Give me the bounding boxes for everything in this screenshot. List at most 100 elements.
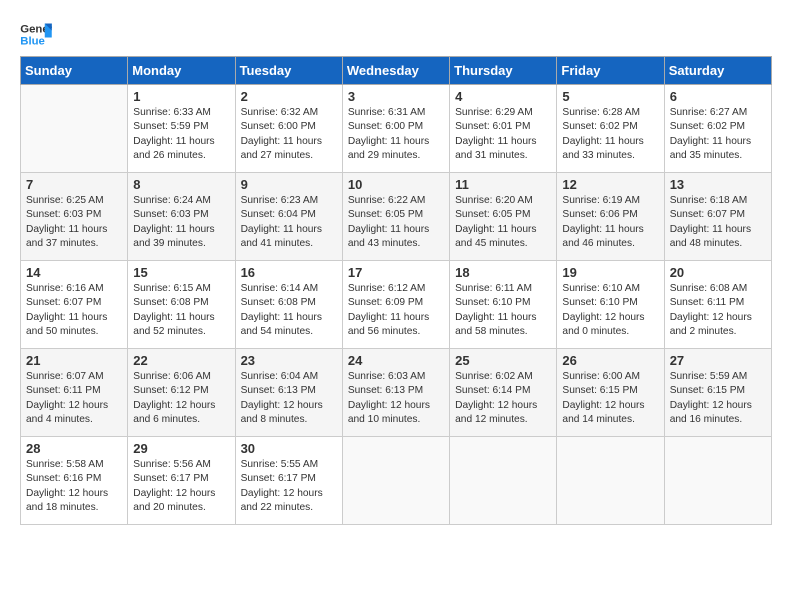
- cell-content: Sunrise: 6:02 AMSunset: 6:14 PMDaylight:…: [455, 370, 551, 427]
- day-of-week-header: Sunday: [21, 57, 128, 85]
- cell-content: Sunrise: 6:03 AMSunset: 6:13 PMDaylight:…: [348, 370, 444, 427]
- cell-content: Sunrise: 6:28 AMSunset: 6:02 PMDaylight:…: [562, 106, 658, 163]
- cell-content: Sunrise: 6:23 AMSunset: 6:04 PMDaylight:…: [241, 194, 337, 251]
- calendar-cell: 8 Sunrise: 6:24 AMSunset: 6:03 PMDaylight…: [128, 173, 235, 261]
- calendar-cell: 15Sunrise: 6:15 AMSunset: 6:08 PMDayligh…: [128, 261, 235, 349]
- calendar-cell: [21, 85, 128, 173]
- calendar-cell: 18 Sunrise: 6:11 AMSunset: 6:10 PMDayligh…: [450, 261, 557, 349]
- calendar-cell: 9 Sunrise: 6:23 AMSunset: 6:04 PMDaylight…: [235, 173, 342, 261]
- day-number: 1: [133, 89, 229, 104]
- calendar-cell: 10 Sunrise: 6:22 AMSunset: 6:05 PMDayligh…: [342, 173, 449, 261]
- calendar-cell: 2 Sunrise: 6:32 AMSunset: 6:00 PMDaylight…: [235, 85, 342, 173]
- calendar-cell: 19 Sunrise: 6:10 AMSunset: 6:10 PMDayligh…: [557, 261, 664, 349]
- day-number: 24: [348, 353, 444, 368]
- cell-content: Sunrise: 6:22 AMSunset: 6:05 PMDaylight:…: [348, 194, 444, 251]
- logo: General Blue: [20, 20, 54, 48]
- calendar-cell: 13Sunrise: 6:18 AMSunset: 6:07 PMDayligh…: [664, 173, 771, 261]
- cell-content: Sunrise: 5:55 AMSunset: 6:17 PMDaylight:…: [241, 458, 337, 515]
- calendar-cell: [557, 437, 664, 525]
- day-number: 9: [241, 177, 337, 192]
- day-number: 5: [562, 89, 658, 104]
- calendar-cell: 21 Sunrise: 6:07 AMSunset: 6:11 PMDayligh…: [21, 349, 128, 437]
- day-of-week-header: Thursday: [450, 57, 557, 85]
- day-of-week-header: Friday: [557, 57, 664, 85]
- day-number: 3: [348, 89, 444, 104]
- day-number: 18: [455, 265, 551, 280]
- cell-content: Sunrise: 6:06 AMSunset: 6:12 PMDaylight:…: [133, 370, 229, 427]
- day-number: 25: [455, 353, 551, 368]
- day-number: 17: [348, 265, 444, 280]
- day-number: 21: [26, 353, 122, 368]
- calendar-week-row: 1 Sunrise: 6:33 AMSunset: 5:59 PMDaylight…: [21, 85, 772, 173]
- calendar-cell: 3Sunrise: 6:31 AMSunset: 6:00 PMDaylight…: [342, 85, 449, 173]
- day-number: 28: [26, 441, 122, 456]
- page-header: General Blue: [20, 20, 772, 48]
- calendar-cell: 22 Sunrise: 6:06 AMSunset: 6:12 PMDayligh…: [128, 349, 235, 437]
- cell-content: Sunrise: 6:29 AMSunset: 6:01 PMDaylight:…: [455, 106, 551, 163]
- calendar-cell: 24 Sunrise: 6:03 AMSunset: 6:13 PMDayligh…: [342, 349, 449, 437]
- day-number: 4: [455, 89, 551, 104]
- day-number: 6: [670, 89, 766, 104]
- cell-content: Sunrise: 5:58 AMSunset: 6:16 PMDaylight:…: [26, 458, 122, 515]
- calendar-cell: 28 Sunrise: 5:58 AMSunset: 6:16 PMDayligh…: [21, 437, 128, 525]
- calendar-cell: 25 Sunrise: 6:02 AMSunset: 6:14 PMDayligh…: [450, 349, 557, 437]
- day-number: 15: [133, 265, 229, 280]
- calendar-cell: 30 Sunrise: 5:55 AMSunset: 6:17 PMDayligh…: [235, 437, 342, 525]
- day-number: 10: [348, 177, 444, 192]
- calendar-cell: 6 Sunrise: 6:27 AMSunset: 6:02 PMDaylight…: [664, 85, 771, 173]
- cell-content: Sunrise: 6:16 AMSunset: 6:07 PMDaylight:…: [26, 282, 122, 339]
- calendar-header: SundayMondayTuesdayWednesdayThursdayFrid…: [21, 57, 772, 85]
- day-number: 29: [133, 441, 229, 456]
- cell-content: Sunrise: 6:14 AMSunset: 6:08 PMDaylight:…: [241, 282, 337, 339]
- calendar-cell: 14 Sunrise: 6:16 AMSunset: 6:07 PMDayligh…: [21, 261, 128, 349]
- calendar-week-row: 21 Sunrise: 6:07 AMSunset: 6:11 PMDayligh…: [21, 349, 772, 437]
- calendar-cell: 4 Sunrise: 6:29 AMSunset: 6:01 PMDaylight…: [450, 85, 557, 173]
- cell-content: Sunrise: 6:04 AMSunset: 6:13 PMDaylight:…: [241, 370, 337, 427]
- calendar-cell: 23 Sunrise: 6:04 AMSunset: 6:13 PMDayligh…: [235, 349, 342, 437]
- cell-content: Sunrise: 6:32 AMSunset: 6:00 PMDaylight:…: [241, 106, 337, 163]
- day-number: 14: [26, 265, 122, 280]
- day-number: 8: [133, 177, 229, 192]
- cell-content: Sunrise: 6:12 AMSunset: 6:09 PMDaylight:…: [348, 282, 444, 339]
- cell-content: Sunrise: 6:20 AMSunset: 6:05 PMDaylight:…: [455, 194, 551, 251]
- calendar-cell: 5 Sunrise: 6:28 AMSunset: 6:02 PMDaylight…: [557, 85, 664, 173]
- calendar-cell: 7 Sunrise: 6:25 AMSunset: 6:03 PMDaylight…: [21, 173, 128, 261]
- cell-content: Sunrise: 6:00 AMSunset: 6:15 PMDaylight:…: [562, 370, 658, 427]
- day-number: 30: [241, 441, 337, 456]
- cell-content: Sunrise: 6:19 AMSunset: 6:06 PMDaylight:…: [562, 194, 658, 251]
- calendar-cell: 16 Sunrise: 6:14 AMSunset: 6:08 PMDayligh…: [235, 261, 342, 349]
- cell-content: Sunrise: 6:07 AMSunset: 6:11 PMDaylight:…: [26, 370, 122, 427]
- day-of-week-header: Wednesday: [342, 57, 449, 85]
- calendar-cell: [664, 437, 771, 525]
- day-number: 23: [241, 353, 337, 368]
- calendar-cell: [342, 437, 449, 525]
- calendar-cell: 29 Sunrise: 5:56 AMSunset: 6:17 PMDayligh…: [128, 437, 235, 525]
- day-number: 27: [670, 353, 766, 368]
- day-number: 2: [241, 89, 337, 104]
- cell-content: Sunrise: 6:27 AMSunset: 6:02 PMDaylight:…: [670, 106, 766, 163]
- day-number: 22: [133, 353, 229, 368]
- cell-content: Sunrise: 6:10 AMSunset: 6:10 PMDaylight:…: [562, 282, 658, 339]
- cell-content: Sunrise: 6:24 AMSunset: 6:03 PMDaylight:…: [133, 194, 229, 251]
- svg-text:Blue: Blue: [20, 36, 45, 48]
- day-of-week-header: Monday: [128, 57, 235, 85]
- cell-content: Sunrise: 6:25 AMSunset: 6:03 PMDaylight:…: [26, 194, 122, 251]
- calendar-cell: 20Sunrise: 6:08 AMSunset: 6:11 PMDayligh…: [664, 261, 771, 349]
- calendar-cell: 1 Sunrise: 6:33 AMSunset: 5:59 PMDaylight…: [128, 85, 235, 173]
- cell-content: Sunrise: 6:33 AMSunset: 5:59 PMDaylight:…: [133, 106, 229, 163]
- calendar-cell: 27Sunrise: 5:59 AMSunset: 6:15 PMDayligh…: [664, 349, 771, 437]
- logo-icon: General Blue: [20, 20, 52, 48]
- day-number: 16: [241, 265, 337, 280]
- cell-content: Sunrise: 6:08 AMSunset: 6:11 PMDaylight:…: [670, 282, 766, 339]
- day-number: 11: [455, 177, 551, 192]
- calendar-week-row: 7 Sunrise: 6:25 AMSunset: 6:03 PMDaylight…: [21, 173, 772, 261]
- day-number: 7: [26, 177, 122, 192]
- day-number: 12: [562, 177, 658, 192]
- calendar-table: SundayMondayTuesdayWednesdayThursdayFrid…: [20, 56, 772, 525]
- cell-content: Sunrise: 5:56 AMSunset: 6:17 PMDaylight:…: [133, 458, 229, 515]
- day-number: 19: [562, 265, 658, 280]
- calendar-cell: 26Sunrise: 6:00 AMSunset: 6:15 PMDayligh…: [557, 349, 664, 437]
- calendar-cell: [450, 437, 557, 525]
- cell-content: Sunrise: 6:11 AMSunset: 6:10 PMDaylight:…: [455, 282, 551, 339]
- calendar-cell: 11 Sunrise: 6:20 AMSunset: 6:05 PMDayligh…: [450, 173, 557, 261]
